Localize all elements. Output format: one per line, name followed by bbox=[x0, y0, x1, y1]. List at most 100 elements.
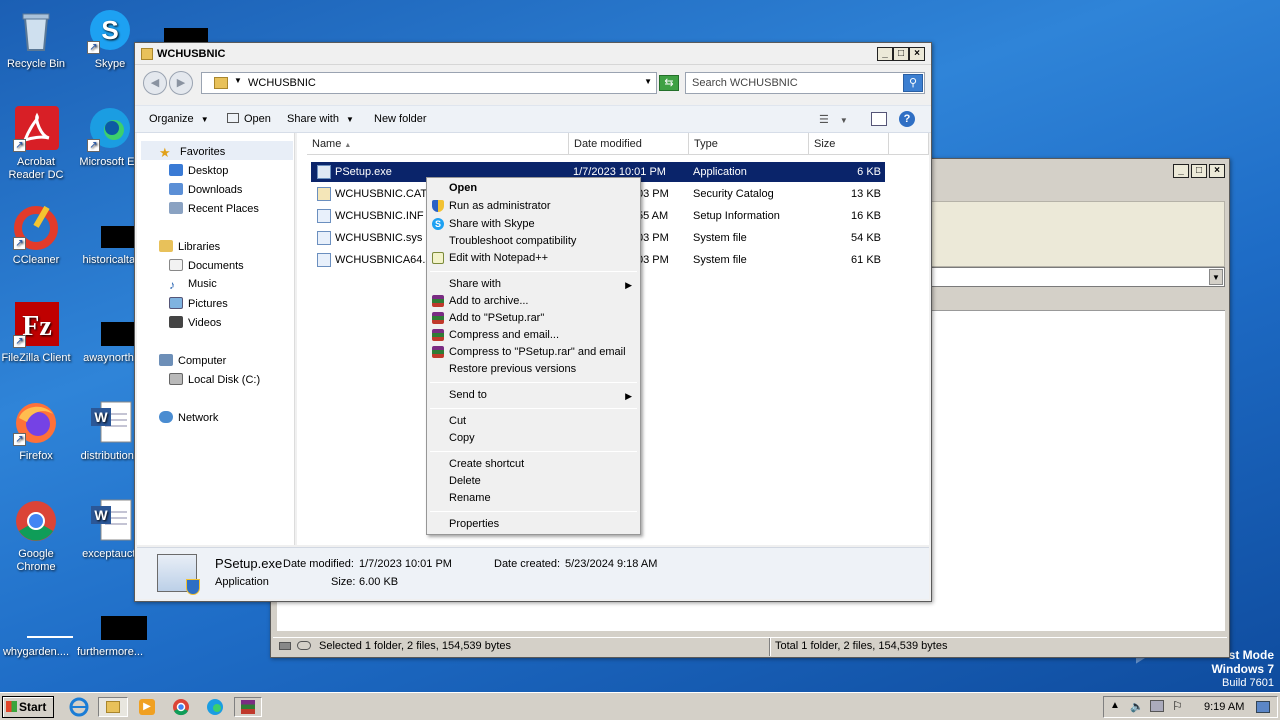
status-left: Selected 1 folder, 2 files, 154,539 byte… bbox=[319, 640, 512, 652]
back-nav-button[interactable]: ◀ bbox=[143, 71, 167, 95]
filezilla-icon: Fz ↗ bbox=[13, 302, 59, 348]
menu-compress-email[interactable]: Compress and email... bbox=[449, 329, 559, 341]
close-button[interactable]: × bbox=[909, 47, 925, 61]
menu-rename[interactable]: Rename bbox=[449, 492, 491, 504]
winrar-icon bbox=[432, 295, 444, 307]
nav-label: Recent Places bbox=[188, 203, 259, 215]
winrar-icon[interactable] bbox=[234, 697, 262, 717]
new-folder-button[interactable]: New folder bbox=[374, 113, 427, 125]
file-icon bbox=[13, 596, 73, 642]
column-label: Name bbox=[312, 138, 342, 150]
explorer-taskbar-button[interactable] bbox=[98, 697, 128, 717]
column-name[interactable]: Name ▲ bbox=[307, 133, 569, 155]
nav-local-disk[interactable]: Local Disk (C:) bbox=[169, 373, 260, 386]
nav-videos[interactable]: Videos bbox=[169, 316, 221, 329]
address-text: WCHUSBNIC bbox=[248, 77, 316, 89]
flag-icon[interactable]: ⚐ bbox=[1172, 699, 1183, 713]
menu-restore-versions[interactable]: Restore previous versions bbox=[449, 363, 576, 375]
share-with-button[interactable]: Share with ▼ bbox=[287, 113, 354, 125]
nav-label: Documents bbox=[188, 260, 244, 272]
menu-edit-notepad[interactable]: Edit with Notepad++ bbox=[449, 252, 548, 264]
minimize-button[interactable]: _ bbox=[877, 47, 893, 61]
volume-icon[interactable]: 🔈 bbox=[1130, 700, 1144, 713]
desktop-icon-furthermore[interactable]: furthermore... bbox=[74, 596, 147, 659]
nav-label: Pictures bbox=[188, 298, 228, 310]
nav-label: Downloads bbox=[188, 184, 243, 196]
menu-open[interactable]: Open bbox=[449, 182, 477, 194]
open-button[interactable]: Open bbox=[227, 113, 271, 125]
column-type[interactable]: Type bbox=[689, 133, 809, 155]
shortcut-arrow-icon: ↗ bbox=[13, 139, 26, 152]
start-button[interactable]: Start bbox=[2, 696, 54, 718]
desktop-icon-filezilla[interactable]: Fz ↗ FileZilla Client bbox=[0, 302, 72, 365]
menu-properties[interactable]: Properties bbox=[449, 518, 499, 530]
menu-share-with[interactable]: Share with bbox=[449, 278, 640, 290]
back-minimize-button[interactable]: _ bbox=[1173, 164, 1189, 178]
nav-documents[interactable]: Documents bbox=[169, 259, 244, 272]
nav-desktop[interactable]: Desktop bbox=[169, 164, 228, 177]
refresh-button[interactable]: ⇆ bbox=[659, 75, 679, 91]
back-maximize-button[interactable]: □ bbox=[1191, 164, 1207, 178]
breadcrumb-chevron-icon[interactable]: ▼ bbox=[234, 76, 242, 85]
status-right: Total 1 folder, 2 files, 154,539 bytes bbox=[775, 640, 948, 652]
menu-add-rar[interactable]: Add to "PSetup.rar" bbox=[449, 312, 544, 324]
organize-button[interactable]: Organize ▼ bbox=[149, 113, 209, 125]
menu-troubleshoot[interactable]: Troubleshoot compatibility bbox=[449, 235, 576, 247]
edge-icon[interactable] bbox=[204, 697, 226, 717]
nav-computer[interactable]: Computer bbox=[159, 354, 226, 367]
word-document-icon: W bbox=[87, 498, 133, 544]
back-statusbar: Selected 1 folder, 2 files, 154,539 byte… bbox=[273, 637, 1227, 656]
search-icon[interactable]: ⚲ bbox=[903, 74, 923, 92]
menu-compress-rar-email[interactable]: Compress to "PSetup.rar" and email bbox=[449, 346, 626, 358]
chevron-down-icon: ▼ bbox=[346, 115, 354, 124]
explorer-titlebar[interactable]: WCHUSBNIC _ □ × bbox=[135, 43, 931, 65]
network-tray-icon[interactable] bbox=[1150, 700, 1164, 712]
menu-copy[interactable]: Copy bbox=[449, 432, 475, 444]
forward-nav-button[interactable]: ▶ bbox=[169, 71, 193, 95]
submenu-arrow-icon: ▶ bbox=[625, 391, 632, 401]
back-path-dropdown[interactable]: ▼ bbox=[931, 267, 1225, 287]
chevron-down-icon[interactable]: ▼ bbox=[1209, 269, 1223, 285]
nav-network[interactable]: Network bbox=[159, 411, 218, 424]
file-size: 61 KB bbox=[851, 254, 881, 266]
menu-send-to[interactable]: Send to bbox=[449, 389, 487, 401]
menu-share-skype[interactable]: Share with Skype bbox=[449, 218, 535, 230]
desktop-icon-acrobat[interactable]: ↗ Acrobat Reader DC bbox=[0, 106, 72, 182]
maximize-button[interactable]: □ bbox=[893, 47, 909, 61]
desktop-icon-whygarden[interactable]: whygarden.... bbox=[0, 596, 73, 659]
chevron-down-icon[interactable]: ▼ bbox=[644, 77, 652, 86]
menu-run-as-admin[interactable]: Run as administrator bbox=[449, 200, 551, 212]
show-desktop-icon[interactable] bbox=[1256, 701, 1270, 713]
nav-music[interactable]: ♪ Music bbox=[169, 278, 217, 292]
menu-delete[interactable]: Delete bbox=[449, 475, 481, 487]
help-icon[interactable]: ? bbox=[899, 111, 915, 127]
nav-downloads[interactable]: Downloads bbox=[169, 183, 242, 196]
column-date-modified[interactable]: Date modified bbox=[569, 133, 689, 155]
nav-recent-places[interactable]: Recent Places bbox=[169, 202, 259, 215]
search-input[interactable]: Search WCHUSBNIC bbox=[692, 77, 798, 89]
menu-create-shortcut[interactable]: Create shortcut bbox=[449, 458, 524, 470]
menu-add-archive[interactable]: Add to archive... bbox=[449, 295, 529, 307]
ie-icon[interactable] bbox=[68, 697, 90, 717]
back-close-button[interactable]: × bbox=[1209, 164, 1225, 178]
nav-pictures[interactable]: Pictures bbox=[169, 297, 228, 310]
desktop-icon-recycle-bin[interactable]: Recycle Bin bbox=[0, 8, 72, 71]
search-box[interactable]: Search WCHUSBNIC ⚲ bbox=[685, 72, 925, 94]
details-date-created: 5/23/2024 9:18 AM bbox=[565, 558, 658, 570]
menu-cut[interactable]: Cut bbox=[449, 415, 466, 427]
nav-label: Libraries bbox=[178, 241, 221, 253]
address-bar[interactable]: ▼ WCHUSBNIC ▼ bbox=[201, 72, 657, 94]
nav-libraries[interactable]: Libraries bbox=[159, 240, 220, 253]
clock[interactable]: 9:19 AM bbox=[1204, 701, 1244, 713]
nav-favorites[interactable]: ★ Favorites bbox=[159, 145, 225, 161]
desktop-icon-firefox[interactable]: ↗ Firefox bbox=[0, 400, 72, 463]
preview-pane-icon[interactable] bbox=[871, 112, 887, 126]
view-options-icon[interactable]: ☰ ▼ bbox=[819, 113, 848, 126]
media-player-icon[interactable]: ▶ bbox=[136, 697, 158, 717]
tray-expand-icon[interactable]: ▲ bbox=[1110, 700, 1120, 711]
chrome-icon[interactable] bbox=[170, 697, 192, 717]
column-size[interactable]: Size bbox=[809, 133, 889, 155]
menu-separator bbox=[430, 408, 637, 409]
desktop-icon-chrome[interactable]: Google Chrome bbox=[0, 498, 72, 574]
desktop-icon-ccleaner[interactable]: ↗ CCleaner bbox=[0, 204, 72, 267]
